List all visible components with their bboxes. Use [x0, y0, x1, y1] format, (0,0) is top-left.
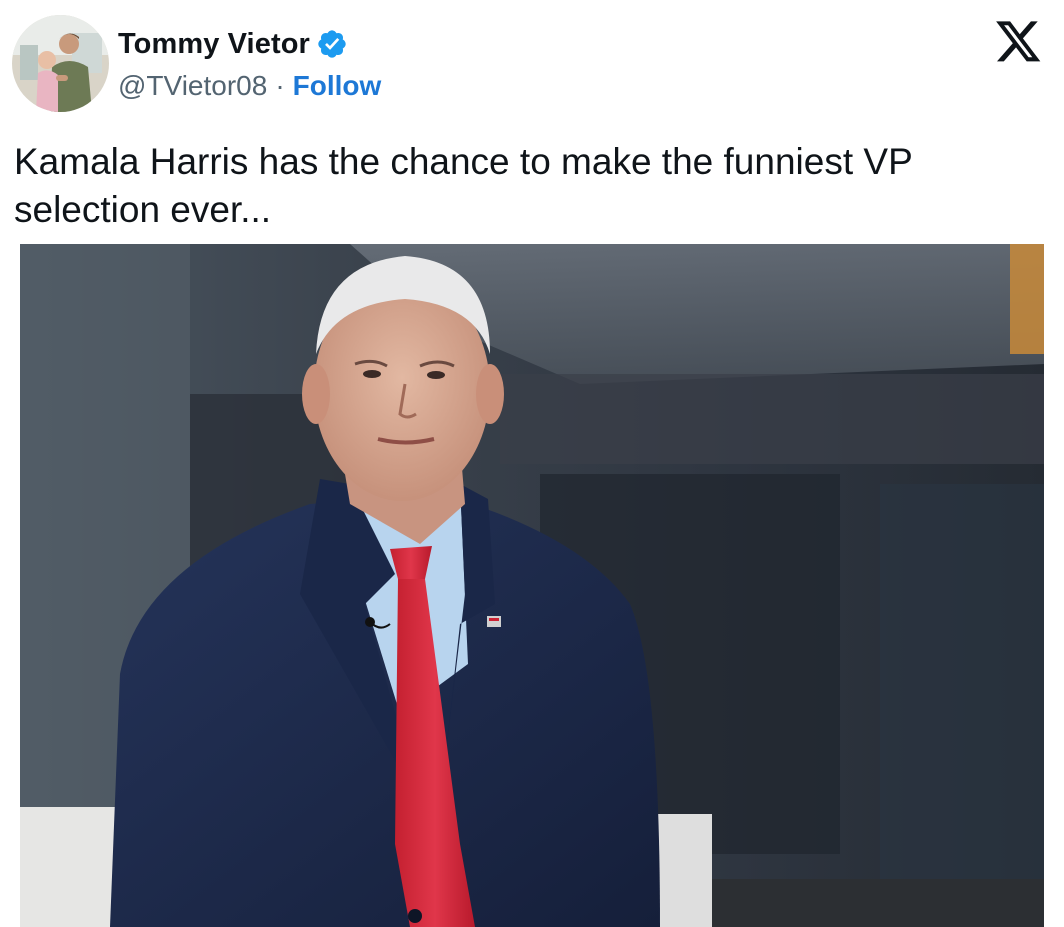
x-logo-icon[interactable]	[996, 20, 1042, 64]
separator-dot: ·	[275, 70, 285, 101]
tweet-text: Kamala Harris has the chance to make the…	[14, 141, 913, 230]
author-handle[interactable]: @TVietor08	[118, 70, 267, 102]
tweet-card: Tommy Vietor @TVietor08 · Follow Kamala …	[0, 0, 1064, 927]
author-handle-row: @TVietor08 · Follow	[118, 66, 381, 106]
author-display-name[interactable]: Tommy Vietor	[118, 28, 310, 61]
verified-badge-icon	[316, 28, 348, 60]
avatar-photo	[12, 15, 109, 112]
author-avatar[interactable]	[12, 15, 109, 112]
media-photo	[20, 244, 1044, 927]
follow-button[interactable]: Follow	[293, 70, 382, 102]
author-name-row: Tommy Vietor	[118, 24, 348, 64]
tweet-media-photo[interactable]	[20, 244, 1044, 927]
